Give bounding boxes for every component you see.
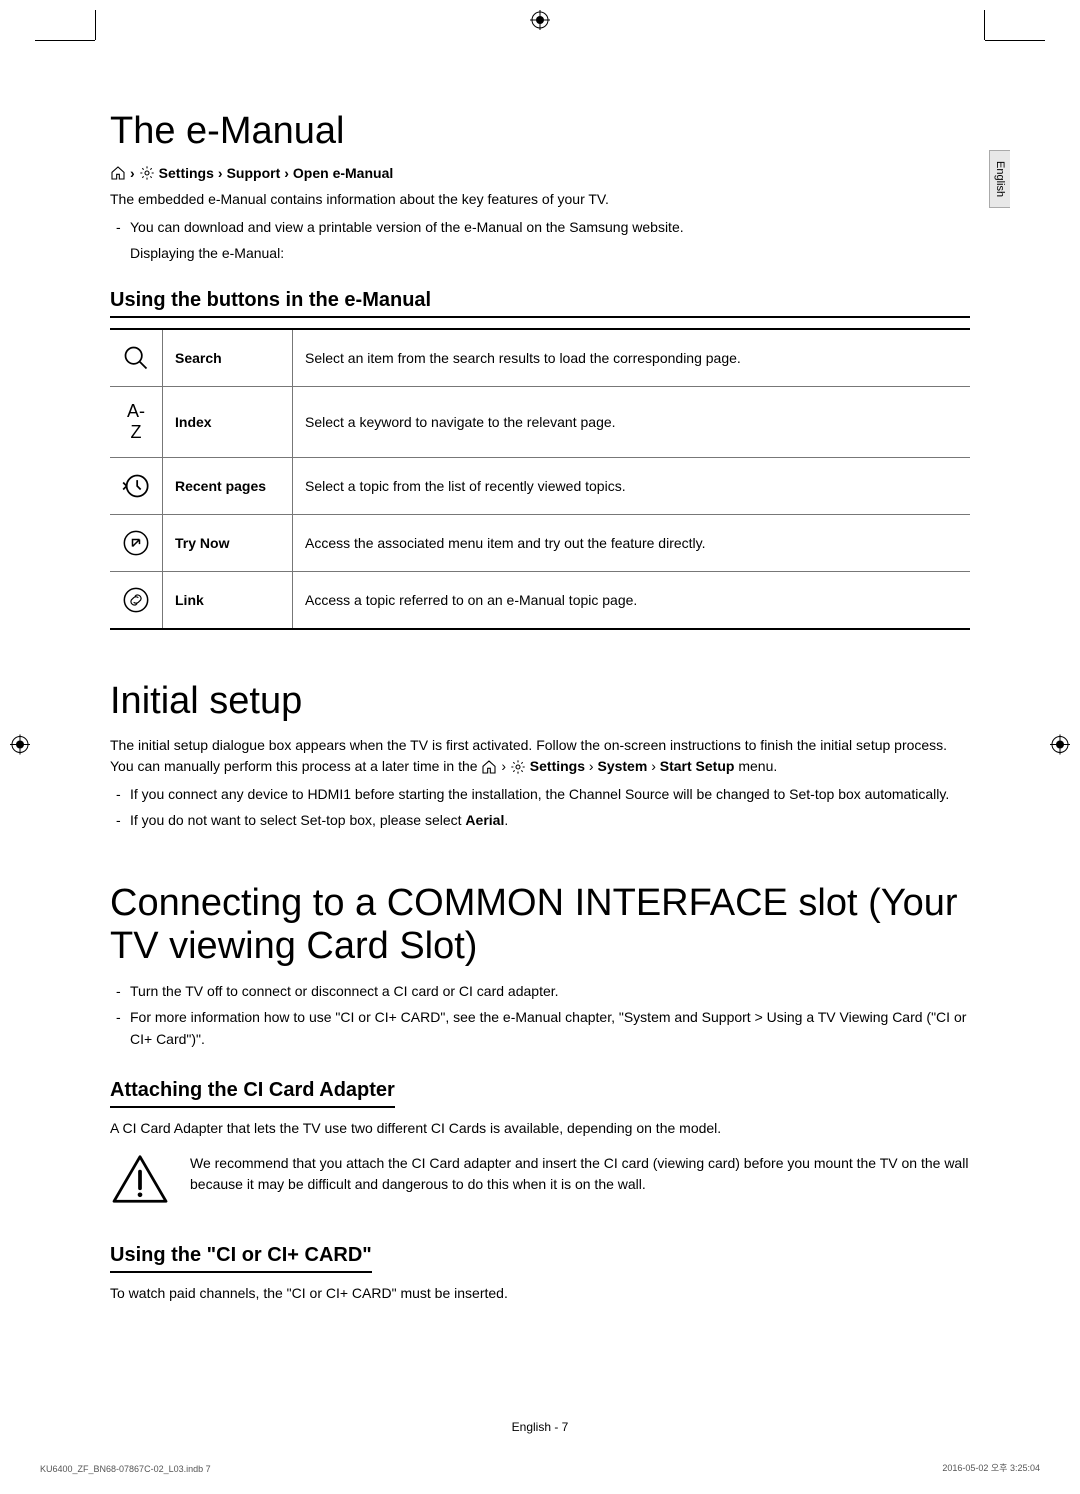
table-row: Try Now Access the associated menu item … (110, 514, 970, 571)
note-sub-text: Displaying the e-Manual: (110, 242, 970, 264)
row-desc: Access a topic referred to on an e-Manua… (293, 571, 971, 629)
row-desc: Access the associated menu item and try … (293, 514, 971, 571)
breadcrumb-text: System (597, 758, 647, 774)
breadcrumb-sep: › (501, 758, 506, 774)
intro-text: The embedded e-Manual contains informati… (110, 189, 970, 210)
page-footer-center: English - 7 (512, 1420, 569, 1434)
row-desc: Select a topic from the list of recently… (293, 457, 971, 514)
note-text: For more information how to use "CI or C… (110, 1006, 970, 1051)
note-text: If you connect any device to HDMI1 befor… (110, 783, 970, 805)
page-footer-left: KU6400_ZF_BN68-07867C-02_L03.indb 7 (40, 1464, 211, 1474)
history-icon (110, 457, 163, 514)
row-label: Search (163, 329, 293, 387)
try-now-icon (110, 514, 163, 571)
emanual-buttons-table: Search Select an item from the search re… (110, 328, 970, 630)
breadcrumb-emanual: › Settings › Support › Open e-Manual (110, 165, 970, 181)
note-text: Turn the TV off to connect or disconnect… (110, 980, 970, 1002)
breadcrumb-text: Open e-Manual (293, 165, 393, 181)
link-icon (110, 571, 163, 629)
language-tab: English (989, 150, 1010, 208)
breadcrumb-text: Settings (530, 758, 585, 774)
table-row: Recent pages Select a topic from the lis… (110, 457, 970, 514)
breadcrumb-sep: › (284, 165, 289, 181)
note-text: You can download and view a printable ve… (110, 216, 970, 238)
table-row: A-Z Index Select a keyword to navigate t… (110, 386, 970, 457)
home-icon (110, 165, 126, 181)
table-row: Link Access a topic referred to on an e-… (110, 571, 970, 629)
index-icon: A-Z (110, 386, 163, 457)
breadcrumb-sep: › (651, 758, 656, 774)
crop-mark (985, 40, 1045, 41)
section-title-emanual: The e-Manual (110, 110, 970, 153)
initial-body: The initial setup dialogue box appears w… (110, 735, 970, 777)
body-pre: The initial setup dialogue box appears w… (110, 737, 947, 774)
breadcrumb-sep: › (589, 758, 594, 774)
subsection-heading: Attaching the CI Card Adapter (110, 1079, 395, 1108)
warning-block: We recommend that you attach the CI Card… (110, 1153, 970, 1210)
breadcrumb-sep: › (218, 165, 223, 181)
row-label: Try Now (163, 514, 293, 571)
breadcrumb-text: Start Setup (660, 758, 735, 774)
home-icon (481, 759, 497, 775)
page-footer-right: 2016-05-02 오후 3:25:04 (942, 1461, 1040, 1474)
crop-mark (984, 10, 985, 40)
body-post: menu. (738, 758, 777, 774)
warning-text: We recommend that you attach the CI Card… (190, 1153, 970, 1195)
note-bold: Aerial (465, 812, 504, 828)
note-pre: If you do not want to select Set-top box… (130, 812, 465, 828)
breadcrumb-text: Support (227, 165, 281, 181)
body-text: A CI Card Adapter that lets the TV use t… (110, 1118, 970, 1139)
row-label: Index (163, 386, 293, 457)
breadcrumb-text: Settings (159, 165, 214, 181)
registration-mark-left (10, 735, 30, 760)
registration-mark-right (1050, 735, 1070, 760)
section-title-ci: Connecting to a COMMON INTERFACE slot (Y… (110, 882, 970, 968)
crop-mark (95, 10, 96, 40)
note-text: If you do not want to select Set-top box… (110, 809, 970, 831)
row-desc: Select an item from the search results t… (293, 329, 971, 387)
warning-icon (110, 1153, 170, 1210)
gear-icon (510, 759, 526, 775)
row-desc: Select a keyword to navigate to the rele… (293, 386, 971, 457)
registration-mark-top (530, 10, 550, 35)
row-label: Recent pages (163, 457, 293, 514)
row-label: Link (163, 571, 293, 629)
search-icon (110, 329, 163, 387)
section-title-initial: Initial setup (110, 680, 970, 723)
subsection-heading: Using the "CI or CI+ CARD" (110, 1244, 372, 1273)
gear-icon (139, 165, 155, 181)
body-text: To watch paid channels, the "CI or CI+ C… (110, 1283, 970, 1304)
crop-mark (35, 40, 95, 41)
subsection-heading: Using the buttons in the e-Manual (110, 289, 970, 318)
note-post: . (504, 812, 508, 828)
table-row: Search Select an item from the search re… (110, 329, 970, 387)
breadcrumb-sep: › (130, 165, 135, 181)
